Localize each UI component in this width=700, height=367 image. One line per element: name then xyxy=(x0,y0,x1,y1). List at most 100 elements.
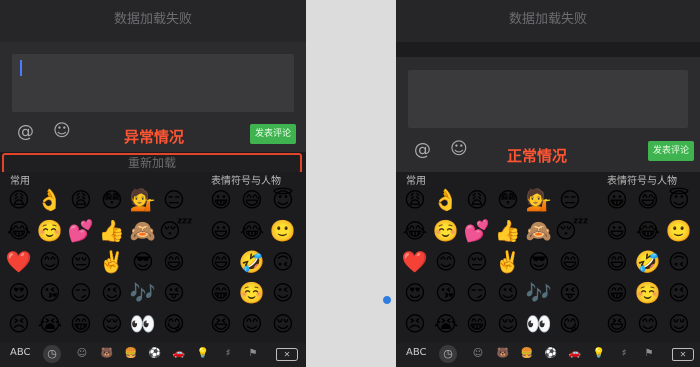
emoji-key[interactable]: ☺️ xyxy=(35,216,65,246)
emoji-key[interactable]: 😜 xyxy=(159,278,189,308)
emoji-category-icon[interactable]: ⚽ xyxy=(544,347,558,361)
emoji-key[interactable]: 👌 xyxy=(431,185,461,215)
emoji-key[interactable]: 😄 xyxy=(206,247,236,277)
emoji-category-icon[interactable]: 🍔 xyxy=(124,347,138,361)
emoji-key[interactable]: 😂 xyxy=(400,216,430,246)
emoji-toggle-icon[interactable]: ☺ xyxy=(450,139,468,159)
emoji-key[interactable]: 😏 xyxy=(66,278,96,308)
emoji-category-icon[interactable]: 🍔 xyxy=(520,347,534,361)
emoji-category-icon[interactable]: ☺ xyxy=(75,347,89,361)
recent-clock-icon[interactable]: ◷ xyxy=(439,345,457,363)
send-comment-button[interactable]: 发表评论 xyxy=(250,124,296,144)
emoji-key[interactable]: 😘 xyxy=(431,278,461,308)
emoji-category-icon[interactable]: ♯ xyxy=(617,347,631,361)
emoji-key[interactable]: 😘 xyxy=(35,278,65,308)
emoji-key[interactable]: 🙈 xyxy=(524,216,554,246)
emoji-key[interactable]: 😭 xyxy=(35,309,65,339)
emoji-key[interactable]: 😌 xyxy=(664,309,694,339)
emoji-key[interactable]: 🎶 xyxy=(524,278,554,308)
emoji-key[interactable]: ✌️ xyxy=(493,247,523,277)
emoji-category-icon[interactable]: ☺ xyxy=(471,347,485,361)
comment-input[interactable] xyxy=(12,54,294,112)
emoji-key[interactable]: 🙂 xyxy=(268,216,298,246)
emoji-key[interactable]: 😍 xyxy=(400,278,430,308)
emoji-key[interactable]: 😆 xyxy=(206,309,236,339)
emoji-key[interactable]: 😩 xyxy=(4,185,34,215)
emoji-key[interactable]: 😎 xyxy=(128,247,158,277)
emoji-key[interactable]: 😅 xyxy=(237,185,267,215)
emoji-key[interactable]: 😜 xyxy=(555,278,585,308)
delete-key-icon[interactable]: ✕ xyxy=(276,348,298,361)
abc-key[interactable]: ABC xyxy=(10,347,31,358)
at-mention-icon[interactable]: @ xyxy=(17,122,34,142)
reload-bar[interactable]: 重新加载 xyxy=(2,153,302,174)
emoji-key[interactable]: 😇 xyxy=(268,185,298,215)
emoji-key[interactable]: 🤣 xyxy=(237,247,267,277)
emoji-category-icon[interactable]: ⚑ xyxy=(642,347,656,361)
emoji-key[interactable]: 🤣 xyxy=(633,247,663,277)
emoji-key[interactable]: 😔 xyxy=(462,247,492,277)
send-comment-button[interactable]: 发表评论 xyxy=(648,141,694,161)
abc-key[interactable]: ABC xyxy=(406,347,427,358)
emoji-key[interactable]: 😊 xyxy=(633,309,663,339)
emoji-key[interactable]: 😍 xyxy=(4,278,34,308)
emoji-key[interactable]: 😄 xyxy=(555,247,585,277)
emoji-key[interactable]: 💕 xyxy=(66,216,96,246)
emoji-key[interactable]: 😑 xyxy=(555,185,585,215)
emoji-key[interactable]: 😩 xyxy=(462,185,492,215)
emoji-toggle-icon[interactable]: ☺ xyxy=(53,121,71,141)
emoji-key[interactable]: 😉 xyxy=(493,278,523,308)
emoji-key[interactable]: 😋 xyxy=(555,309,585,339)
emoji-key[interactable]: 👍 xyxy=(493,216,523,246)
emoji-key[interactable]: 😂 xyxy=(237,216,267,246)
emoji-key[interactable]: 😃 xyxy=(602,216,632,246)
emoji-key[interactable]: 😄 xyxy=(602,247,632,277)
emoji-key[interactable]: 😆 xyxy=(602,309,632,339)
emoji-key[interactable]: 😋 xyxy=(159,309,189,339)
emoji-key[interactable]: ☺️ xyxy=(431,216,461,246)
emoji-key[interactable]: 👍 xyxy=(97,216,127,246)
emoji-key[interactable]: 😭 xyxy=(431,309,461,339)
emoji-category-icon[interactable]: 🚗 xyxy=(172,347,186,361)
emoji-key[interactable]: 😂 xyxy=(633,216,663,246)
emoji-key[interactable]: 💁 xyxy=(128,185,158,215)
emoji-category-icon[interactable]: ♯ xyxy=(221,347,235,361)
emoji-key[interactable]: 😴 xyxy=(555,216,589,246)
emoji-key[interactable]: 😉 xyxy=(268,278,298,308)
emoji-key[interactable]: 😀 xyxy=(602,185,632,215)
emoji-category-icon[interactable]: ⚽ xyxy=(148,347,162,361)
emoji-key[interactable]: 😂 xyxy=(4,216,34,246)
emoji-key[interactable]: 😊 xyxy=(431,247,461,277)
at-mention-icon[interactable]: @ xyxy=(414,140,431,160)
emoji-key[interactable]: 💕 xyxy=(462,216,492,246)
emoji-key[interactable]: ❤️ xyxy=(4,247,34,277)
emoji-key[interactable]: ✌️ xyxy=(97,247,127,277)
emoji-key[interactable]: 😁 xyxy=(462,309,492,339)
emoji-key[interactable]: 👌 xyxy=(35,185,65,215)
emoji-category-icon[interactable]: ⚑ xyxy=(246,347,260,361)
emoji-key[interactable]: 😇 xyxy=(664,185,694,215)
emoji-key[interactable]: 😅 xyxy=(633,185,663,215)
emoji-category-icon[interactable]: 🐻 xyxy=(496,347,510,361)
emoji-key[interactable]: 🎶 xyxy=(128,278,158,308)
emoji-key[interactable]: 😌 xyxy=(493,309,523,339)
emoji-key[interactable]: ☺️ xyxy=(633,278,663,308)
emoji-key[interactable]: 😣 xyxy=(4,309,34,339)
emoji-key[interactable]: ❤️ xyxy=(400,247,430,277)
emoji-key[interactable]: 😎 xyxy=(524,247,554,277)
emoji-key[interactable]: 😩 xyxy=(400,185,430,215)
emoji-key[interactable]: 😔 xyxy=(66,247,96,277)
emoji-key[interactable]: 😁 xyxy=(66,309,96,339)
emoji-key[interactable]: 😴 xyxy=(159,216,193,246)
emoji-key[interactable]: 😩 xyxy=(66,185,96,215)
emoji-key[interactable]: 🙃 xyxy=(664,247,694,277)
emoji-key[interactable]: 😏 xyxy=(462,278,492,308)
emoji-key[interactable]: 😊 xyxy=(237,309,267,339)
emoji-key[interactable]: 😣 xyxy=(400,309,430,339)
emoji-key[interactable]: 👀 xyxy=(524,309,554,339)
emoji-key[interactable]: 😌 xyxy=(268,309,298,339)
emoji-category-icon[interactable]: 🐻 xyxy=(100,347,114,361)
recent-clock-icon[interactable]: ◷ xyxy=(43,345,61,363)
emoji-key[interactable]: 😉 xyxy=(664,278,694,308)
emoji-key[interactable]: 😳 xyxy=(493,185,523,215)
